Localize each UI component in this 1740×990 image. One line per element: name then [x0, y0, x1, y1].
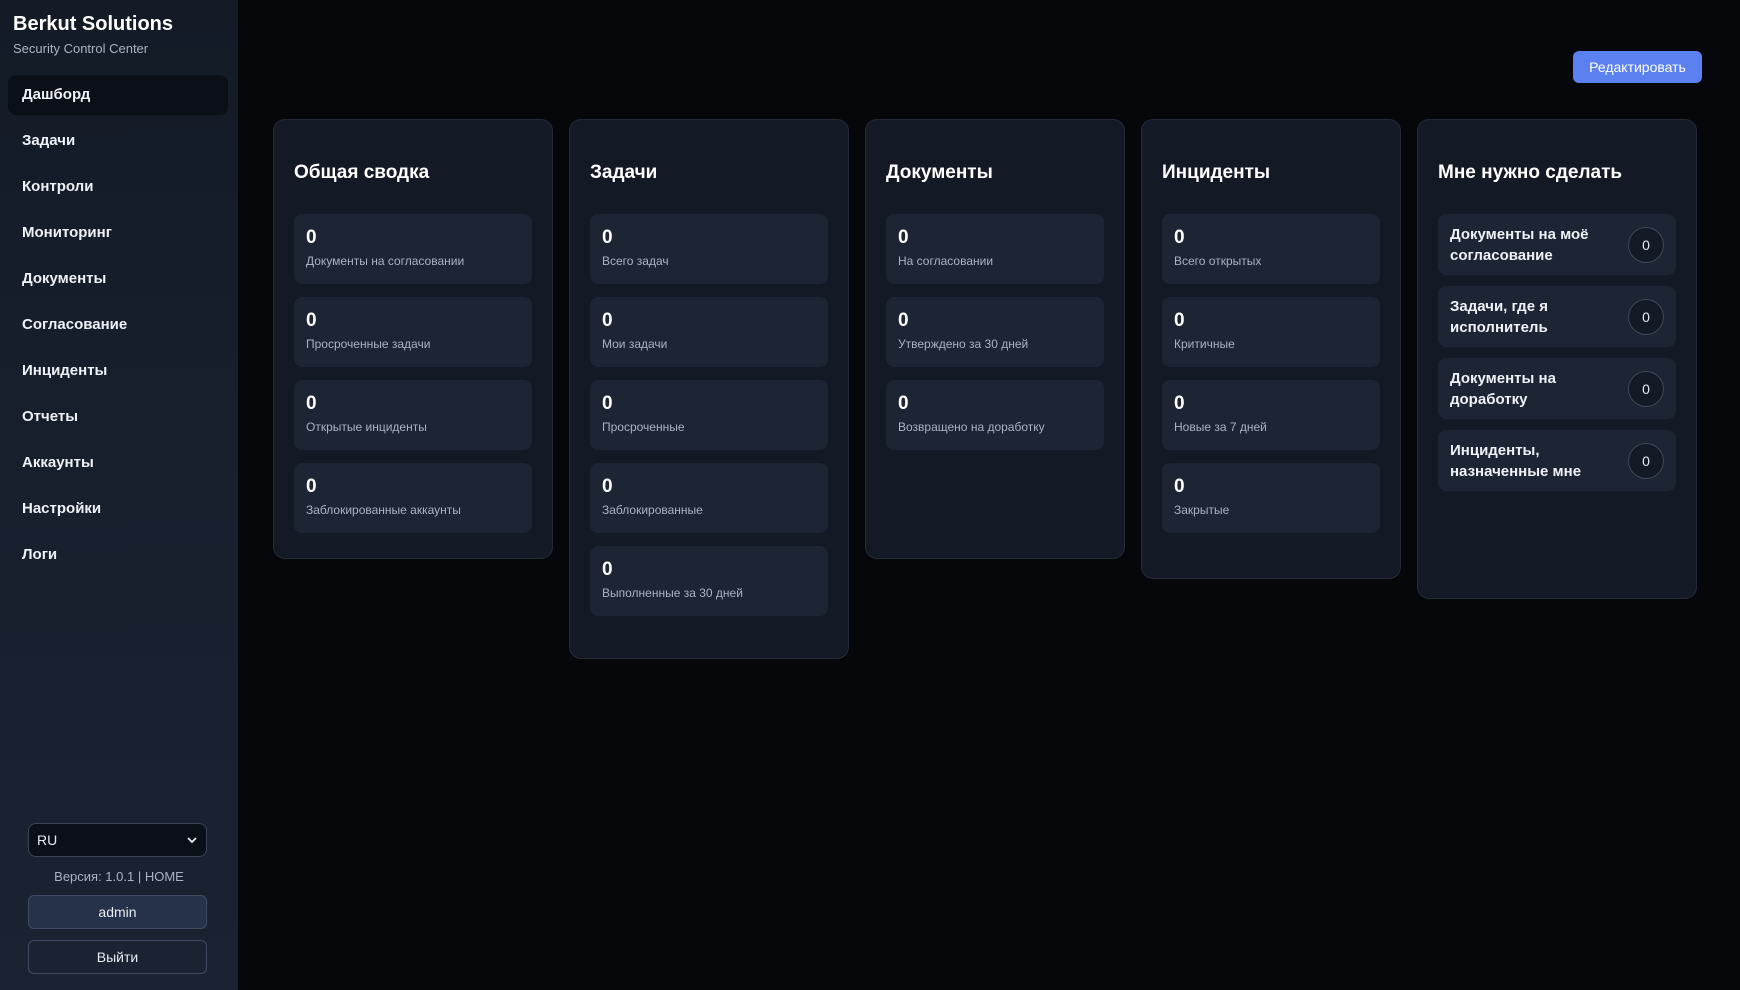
- stat-value: 0: [1174, 227, 1185, 248]
- stat-tile: 0 Закрытые: [1162, 463, 1380, 533]
- stat-value: 0: [1174, 393, 1185, 414]
- stat-value: 0: [898, 227, 909, 248]
- stat-tile: 0 Критичные: [1162, 297, 1380, 367]
- tasks-card: Задачи 0 Всего задач 0 Мои задачи 0 Прос…: [569, 119, 849, 659]
- stat-label: Документы на согласовании: [306, 254, 465, 268]
- stat-value: 0: [1174, 476, 1185, 497]
- brand-title: Berkut Solutions: [13, 13, 174, 35]
- edit-button[interactable]: Редактировать: [1573, 51, 1702, 83]
- stat-value: 0: [306, 227, 317, 248]
- sidebar-item-controls[interactable]: Контроли: [8, 167, 228, 207]
- sidebar-item-incidents[interactable]: Инциденты: [8, 351, 228, 391]
- sidebar-item-documents[interactable]: Документы: [8, 259, 228, 299]
- stat-label: Заблокированные аккаунты: [306, 503, 461, 517]
- summary-card: Общая сводка 0 Документы на согласовании…: [273, 119, 553, 559]
- incidents-card: Инциденты 0 Всего открытых 0 Критичные 0…: [1141, 119, 1401, 579]
- stat-value: 0: [602, 559, 613, 580]
- sidebar: Berkut Solutions Security Control Center…: [0, 0, 238, 990]
- stat-tile: 0 Новые за 7 дней: [1162, 380, 1380, 450]
- todo-item[interactable]: Инциденты, назначенные мне 0: [1438, 430, 1676, 491]
- sidebar-item-dashboard[interactable]: Дашборд: [8, 75, 228, 115]
- stat-label: На согласовании: [898, 254, 994, 268]
- stat-tile: 0 Просроченные: [590, 380, 828, 450]
- stat-label: Открытые инциденты: [306, 420, 427, 434]
- todo-item[interactable]: Документы на доработку 0: [1438, 358, 1676, 419]
- language-select-value: RU: [37, 832, 58, 848]
- sidebar-item-approval[interactable]: Согласование: [8, 305, 228, 345]
- language-select[interactable]: RU: [28, 823, 207, 857]
- card-title: Задачи: [590, 162, 658, 183]
- stat-label: Возвращено на доработку: [898, 420, 1045, 434]
- stat-label: Выполненные за 30 дней: [602, 586, 743, 600]
- stat-tile: 0 Утверждено за 30 дней: [886, 297, 1104, 367]
- stat-label: Утверждено за 30 дней: [898, 337, 1029, 351]
- stat-tile: 0 Возвращено на доработку: [886, 380, 1104, 450]
- sidebar-nav: Дашборд Задачи Контроли Мониторинг Докум…: [8, 75, 228, 581]
- stat-label: Критичные: [1174, 337, 1235, 351]
- stat-value: 0: [1174, 310, 1185, 331]
- stat-value: 0: [602, 310, 613, 331]
- stat-label: Просроченные: [602, 420, 685, 434]
- stat-value: 0: [306, 393, 317, 414]
- card-title: Общая сводка: [294, 162, 430, 183]
- sidebar-item-logs[interactable]: Логи: [8, 535, 228, 575]
- todo-item[interactable]: Документы на моё согласование 0: [1438, 214, 1676, 275]
- stat-tile: 0 Выполненные за 30 дней: [590, 546, 828, 616]
- stat-value: 0: [602, 476, 613, 497]
- todo-label: Задачи, где я исполнитель: [1450, 297, 1548, 336]
- sidebar-item-monitoring[interactable]: Мониторинг: [8, 213, 228, 253]
- chevron-down-icon: [187, 837, 197, 844]
- todo-label: Инциденты, назначенные мне: [1450, 441, 1582, 480]
- stat-value: 0: [898, 393, 909, 414]
- card-title: Мне нужно сделать: [1438, 162, 1623, 183]
- todo-label: Документы на доработку: [1450, 369, 1556, 408]
- todo-item[interactable]: Задачи, где я исполнитель 0: [1438, 286, 1676, 347]
- stat-value: 0: [602, 227, 613, 248]
- todo-count-badge: 0: [1628, 370, 1664, 407]
- todo-label: Документы на моё согласование: [1450, 225, 1589, 264]
- logout-button[interactable]: Выйти: [28, 940, 207, 974]
- sidebar-item-settings[interactable]: Настройки: [8, 489, 228, 529]
- brand-subtitle: Security Control Center: [13, 41, 149, 56]
- stat-tile: 0 Заблокированные: [590, 463, 828, 533]
- stat-label: Заблокированные: [602, 503, 703, 517]
- stat-tile: 0 Мои задачи: [590, 297, 828, 367]
- stat-value: 0: [306, 476, 317, 497]
- stat-label: Всего задач: [602, 254, 669, 268]
- stat-value: 0: [898, 310, 909, 331]
- sidebar-item-reports[interactable]: Отчеты: [8, 397, 228, 437]
- todo-count-badge: 0: [1628, 442, 1664, 479]
- stat-tile: 0 Заблокированные аккаунты: [294, 463, 532, 533]
- stat-label: Всего открытых: [1174, 254, 1262, 268]
- user-button[interactable]: admin: [28, 895, 207, 929]
- todo-count-badge: 0: [1628, 298, 1664, 335]
- sidebar-item-tasks[interactable]: Задачи: [8, 121, 228, 161]
- documents-card: Документы 0 На согласовании 0 Утверждено…: [865, 119, 1125, 559]
- stat-tile: 0 Просроченные задачи: [294, 297, 532, 367]
- stat-label: Закрытые: [1174, 503, 1230, 517]
- stat-tile: 0 Всего открытых: [1162, 214, 1380, 284]
- stat-tile: 0 Всего задач: [590, 214, 828, 284]
- todo-card: Мне нужно сделать Документы на моё согла…: [1417, 119, 1697, 599]
- stat-label: Новые за 7 дней: [1174, 420, 1267, 434]
- stat-value: 0: [602, 393, 613, 414]
- version-text: Версия: 1.0.1 | HOME: [54, 869, 184, 884]
- stat-tile: 0 Документы на согласовании: [294, 214, 532, 284]
- stat-label: Просроченные задачи: [306, 337, 431, 351]
- card-title: Инциденты: [1162, 162, 1271, 183]
- sidebar-item-accounts[interactable]: Аккаунты: [8, 443, 228, 483]
- card-title: Документы: [886, 162, 993, 183]
- stat-tile: 0 На согласовании: [886, 214, 1104, 284]
- stat-value: 0: [306, 310, 317, 331]
- stat-label: Мои задачи: [602, 337, 668, 351]
- stat-tile: 0 Открытые инциденты: [294, 380, 532, 450]
- todo-count-badge: 0: [1628, 226, 1664, 263]
